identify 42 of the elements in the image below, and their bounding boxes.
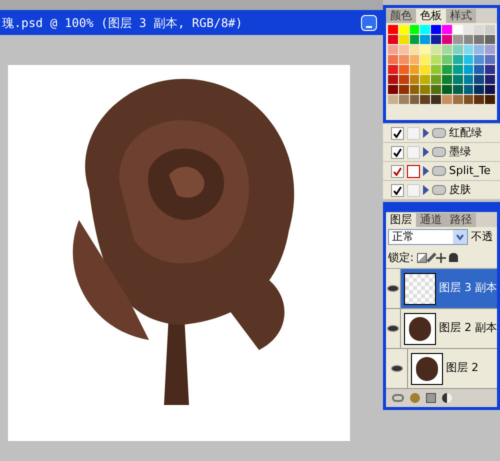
visibility-checkbox[interactable] bbox=[391, 146, 404, 158]
layer-set-name: Split_Te bbox=[449, 162, 491, 179]
transparent-thumbnail bbox=[404, 272, 436, 304]
adjustment-icon[interactable] bbox=[442, 393, 452, 403]
opacity-label: 不透 bbox=[471, 229, 493, 245]
panel-tab[interactable]: 色板 bbox=[416, 9, 446, 23]
folder-icon bbox=[432, 128, 446, 138]
folder-icon bbox=[432, 147, 446, 157]
layer-name: 图层 3 副本 bbox=[439, 280, 497, 296]
panel-tab[interactable]: 颜色 bbox=[386, 9, 416, 23]
mask-icon[interactable] bbox=[426, 393, 436, 403]
panel-tab[interactable]: 图层 bbox=[386, 213, 416, 227]
eye-icon[interactable] bbox=[387, 285, 399, 292]
layer-set-name: 皮肤 bbox=[449, 182, 471, 198]
panel-tab[interactable]: 样式 bbox=[446, 9, 476, 23]
layer-row[interactable]: 图层 2 bbox=[386, 349, 497, 389]
folder-icon bbox=[432, 166, 446, 176]
layer-row[interactable]: 图层 3 副本 bbox=[386, 269, 497, 309]
rose-thumbnail bbox=[411, 352, 443, 384]
minimize-button[interactable] bbox=[361, 14, 377, 30]
layer-set-name: 红配绿 bbox=[449, 124, 482, 141]
lock-transparency-icon[interactable] bbox=[416, 252, 427, 263]
brush-icon[interactable] bbox=[426, 252, 436, 263]
panel-tab[interactable]: 通道 bbox=[416, 213, 446, 227]
rose-thumbnail bbox=[404, 312, 436, 344]
layer-name: 图层 2 副本 bbox=[439, 320, 497, 336]
visibility-checkbox[interactable] bbox=[391, 126, 404, 140]
window-title: 瑰.psd @ 100% (图层 3 副本, RGB/8#) bbox=[2, 14, 243, 32]
layer-set-name: 墨绿 bbox=[449, 144, 471, 160]
visibility-checkbox[interactable] bbox=[391, 164, 404, 178]
eye-icon[interactable] bbox=[390, 365, 402, 372]
layer-name: 图层 2 bbox=[446, 360, 478, 376]
visibility-checkbox[interactable] bbox=[391, 184, 404, 196]
blend-mode-dropdown[interactable]: 正常 bbox=[388, 229, 468, 246]
panel-tab[interactable]: 路径 bbox=[446, 213, 476, 227]
lock-icon[interactable] bbox=[448, 253, 458, 262]
lock-label: 锁定: bbox=[388, 250, 414, 266]
move-icon[interactable] bbox=[436, 252, 446, 263]
layer-row[interactable]: 图层 2 副本 bbox=[386, 309, 497, 349]
link-icon[interactable] bbox=[392, 394, 404, 402]
folder-icon bbox=[432, 185, 446, 195]
eye-icon[interactable] bbox=[387, 325, 399, 332]
